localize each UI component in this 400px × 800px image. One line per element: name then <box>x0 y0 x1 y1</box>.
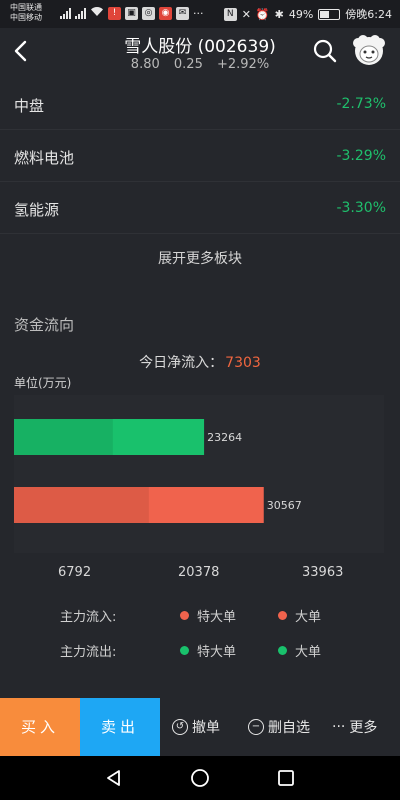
clock: 傍晚6:24 <box>345 8 392 21</box>
legend-item: 特大单 <box>180 641 236 660</box>
sector-name: 氢能源 <box>14 201 60 219</box>
flow-bar-segment <box>14 419 113 455</box>
more-button[interactable]: ··· 更多 <box>332 698 377 756</box>
buy-button[interactable]: 买入 <box>0 698 80 756</box>
action-bar: 买入 卖出 ↺ 撤单 − 删自选 ··· 更多 <box>0 698 400 756</box>
gallery-notification-icon: ▣ <box>125 6 138 20</box>
remove-watchlist-button[interactable]: − 删自选 <box>248 698 310 756</box>
legend-large: 大单 <box>295 610 322 625</box>
inflow-dot-icon <box>278 611 287 620</box>
carrier-2: 中国移动 <box>10 13 42 22</box>
battery-percent: 49% <box>288 7 314 21</box>
stock-title: 雪人股份 (002639) <box>124 37 276 57</box>
sheep-avatar-icon <box>353 35 385 65</box>
legend-item: 大单 <box>278 606 321 625</box>
stock-price: 8.80 <box>130 57 160 72</box>
nav-recents-icon[interactable] <box>276 768 296 788</box>
x-tick-label: 33963 <box>302 565 344 580</box>
mail-notification-icon: ✉ <box>176 6 189 20</box>
legend-outflow-label: 主力流出: <box>60 645 117 660</box>
expand-more-sectors-button[interactable]: 展开更多板块 <box>0 248 400 268</box>
legend-super-large: 特大单 <box>197 645 237 660</box>
system-nav-bar <box>0 756 400 800</box>
plot-area <box>14 395 384 553</box>
inflow-dot-icon <box>180 611 189 620</box>
sell-button[interactable]: 卖出 <box>80 698 160 756</box>
signal-icon <box>60 7 71 19</box>
mute-icon: ✕ <box>241 7 251 21</box>
legend-item: 特大单 <box>180 606 236 625</box>
bar-value-label: 23264 <box>207 431 242 444</box>
battery-icon <box>318 8 341 20</box>
sector-row[interactable]: 中盘 -2.73% <box>0 78 400 130</box>
outflow-dot-icon <box>180 646 189 655</box>
net-inflow-label: 今日净流入： <box>139 355 224 371</box>
flow-bar-segment <box>14 487 149 523</box>
x-tick-label: 20378 <box>178 565 220 580</box>
more-notifications-icon: ··· <box>193 6 204 20</box>
sector-change: -3.29% <box>336 148 386 164</box>
stock-change: 0.25 <box>173 57 203 72</box>
nav-back-icon[interactable] <box>104 768 124 788</box>
legend-inflow-label: 主力流入: <box>60 610 117 625</box>
app-notification-icon: ! <box>108 6 121 20</box>
cancel-order-label: 撤单 <box>192 720 220 736</box>
wifi-icon <box>90 6 104 20</box>
sector-name: 燃料电池 <box>14 149 75 167</box>
legend-large: 大单 <box>295 645 322 660</box>
carrier-info: 中国联通 中国移动 <box>10 3 42 23</box>
compass-notification-icon: ◎ <box>142 6 155 20</box>
news-notification-icon: ◉ <box>159 6 172 20</box>
legend-outflow: 主力流出: 特大单 大单 <box>0 641 400 661</box>
nfc-icon: N <box>223 7 237 21</box>
legend-super-large: 特大单 <box>197 610 237 625</box>
fund-flow-chart: 23264 30567 <box>14 395 384 553</box>
sector-change: -2.73% <box>336 96 386 112</box>
search-icon <box>313 39 337 63</box>
sector-row[interactable]: 燃料电池 -3.29% <box>0 130 400 182</box>
search-button[interactable] <box>312 38 338 64</box>
sector-change: -3.30% <box>336 200 386 216</box>
remove-watchlist-label: 删自选 <box>268 720 310 736</box>
net-inflow-value: 7303 <box>225 355 261 371</box>
nav-home-icon[interactable] <box>190 768 210 788</box>
status-right: N ✕ ⏰ ✱ 49% 傍晚6:24 <box>223 6 392 22</box>
bar-value-label: 30567 <box>267 499 302 512</box>
legend-item: 大单 <box>278 641 321 660</box>
signal-icon-2 <box>75 7 86 19</box>
header: 雪人股份 (002639) 8.80 0.25 +2.92% <box>0 28 400 78</box>
fund-flow-title: 资金流向 <box>14 316 75 334</box>
outflow-dot-icon <box>278 646 287 655</box>
legend-inflow: 主力流入: 特大单 大单 <box>0 606 400 626</box>
sector-name: 中盘 <box>14 97 45 115</box>
alarm-icon: ⏰ <box>255 7 270 21</box>
minus-circle-icon: − <box>248 719 264 735</box>
undo-icon: ↺ <box>172 719 188 735</box>
stock-change-pct: +2.92% <box>216 57 270 72</box>
cancel-order-button[interactable]: ↺ 撤单 <box>172 698 220 756</box>
sector-row[interactable]: 氢能源 -3.30% <box>0 182 400 234</box>
x-tick-label: 6792 <box>58 565 92 580</box>
unit-label: 单位(万元) <box>14 376 72 390</box>
carrier-1: 中国联通 <box>10 3 42 12</box>
net-inflow: 今日净流入： 7303 <box>0 352 400 372</box>
more-dots-icon: ··· <box>332 719 346 735</box>
stock-quote: 8.80 0.25 +2.92% <box>0 57 400 72</box>
status-bar: 中国联通 中国移动 ! ▣ ◎ ◉ ✉ ··· N ✕ ⏰ ✱ 49% 傍晚6:… <box>0 0 400 28</box>
status-left-icons: ! ▣ ◎ ◉ ✉ ··· <box>60 6 204 20</box>
avatar[interactable] <box>350 34 388 68</box>
bluetooth-icon: ✱ <box>274 7 284 21</box>
more-label: 更多 <box>349 720 378 736</box>
